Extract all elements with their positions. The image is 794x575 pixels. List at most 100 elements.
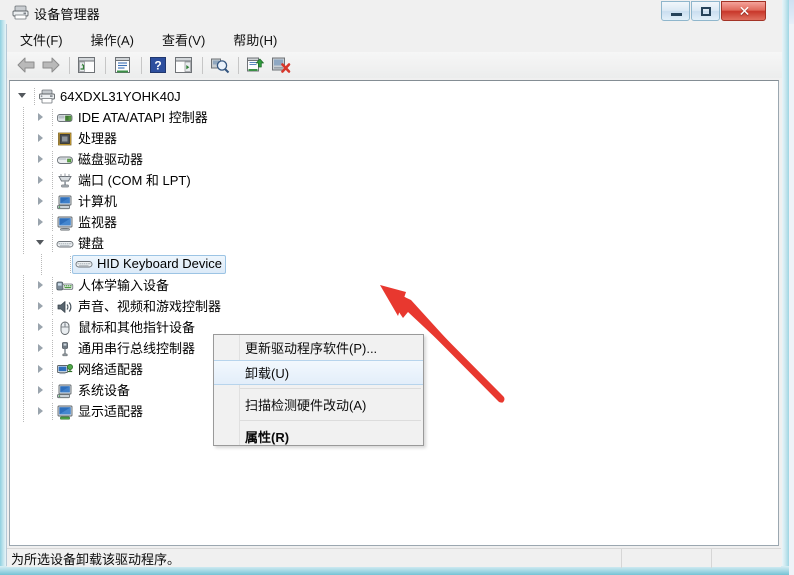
tree-item[interactable]: 端口 (COM 和 LPT) bbox=[10, 170, 778, 191]
tree-item[interactable]: IDE ATA/ATAPI 控制器 bbox=[10, 107, 778, 128]
uninstall-device-button[interactable] bbox=[269, 54, 293, 76]
ctx-update-driver-label: 更新驱动程序软件(P)... bbox=[245, 341, 378, 356]
keyboard-icon bbox=[75, 256, 93, 272]
window-title: 设备管理器 bbox=[34, 7, 101, 22]
properties-button[interactable] bbox=[111, 54, 135, 76]
chevron-right-icon[interactable] bbox=[36, 175, 47, 186]
tree-item-label: 鼠标和其他指针设备 bbox=[78, 319, 196, 335]
chevron-right-icon[interactable] bbox=[36, 364, 47, 375]
tree-item[interactable]: 处理器 bbox=[10, 128, 778, 149]
caption-buttons: ✕ bbox=[661, 1, 766, 21]
menu-view[interactable]: 查看(V) bbox=[160, 29, 207, 50]
window-frame-right bbox=[782, 0, 789, 570]
toolbar-separator bbox=[202, 56, 203, 74]
tree-item-label: 人体学输入设备 bbox=[78, 277, 170, 293]
tree-item-content: 键盘 bbox=[56, 236, 104, 252]
tree-connector bbox=[31, 87, 38, 106]
display-adapter-icon bbox=[56, 404, 74, 420]
chevron-right-icon[interactable] bbox=[36, 322, 47, 333]
computer-icon bbox=[56, 194, 74, 210]
chevron-down-icon[interactable] bbox=[36, 238, 47, 249]
chevron-right-icon[interactable] bbox=[36, 301, 47, 312]
tree-item-label: 显示适配器 bbox=[78, 403, 144, 419]
status-bar-divider bbox=[621, 549, 622, 568]
chevron-right-icon[interactable] bbox=[36, 217, 47, 228]
chevron-right-icon[interactable] bbox=[36, 280, 47, 291]
action-pane-icon bbox=[175, 57, 192, 73]
title-bar[interactable]: 设备管理器 ✕ bbox=[0, 0, 788, 24]
tree-item-label: 磁盘驱动器 bbox=[78, 151, 144, 167]
ctx-scan-hardware[interactable]: 扫描检测硬件改动(A) bbox=[214, 392, 423, 417]
tree-indent bbox=[10, 275, 36, 296]
tree-indent bbox=[10, 191, 36, 212]
tree-connector bbox=[49, 108, 56, 127]
tree-item-content: 监视器 bbox=[56, 215, 117, 231]
uninstall-device-icon bbox=[272, 57, 291, 73]
tree-connector bbox=[49, 171, 56, 190]
close-button[interactable]: ✕ bbox=[721, 1, 766, 21]
hid-input-icon bbox=[56, 278, 74, 294]
status-bar-text: 为所选设备卸载该驱动程序。 bbox=[11, 551, 181, 567]
chevron-right-icon[interactable] bbox=[36, 196, 47, 207]
minimize-button[interactable] bbox=[661, 1, 690, 21]
back-button[interactable] bbox=[14, 54, 38, 76]
tree-connector bbox=[49, 318, 56, 337]
tree-indent bbox=[10, 296, 36, 317]
ctx-uninstall-label: 卸载(U) bbox=[245, 366, 290, 381]
chevron-right-icon[interactable] bbox=[36, 112, 47, 123]
help-question-icon: ? bbox=[150, 57, 166, 73]
toolbar-separator bbox=[69, 56, 70, 74]
tree-item[interactable]: 人体学输入设备 bbox=[10, 275, 778, 296]
ctx-properties[interactable]: 属性(R) bbox=[214, 424, 423, 449]
menu-file[interactable]: 文件(F) bbox=[18, 29, 65, 50]
tree-item-label: 网络适配器 bbox=[78, 361, 144, 377]
tree-item[interactable]: 磁盘驱动器 bbox=[10, 149, 778, 170]
tree-indent bbox=[10, 233, 36, 254]
ctx-update-driver[interactable]: 更新驱动程序软件(P)... bbox=[214, 335, 423, 360]
tree-indent bbox=[10, 107, 36, 128]
ctx-properties-label: 属性(R) bbox=[245, 430, 290, 445]
ctx-uninstall[interactable]: 卸载(U) bbox=[214, 360, 423, 385]
show-hide-action-pane-button[interactable] bbox=[172, 54, 196, 76]
chevron-right-icon[interactable] bbox=[36, 154, 47, 165]
chevron-right-icon[interactable] bbox=[36, 406, 47, 417]
chevron-right-icon[interactable] bbox=[36, 133, 47, 144]
monitor-icon bbox=[56, 215, 74, 231]
device-tree-panel[interactable]: 64XDXL31YOHK40J IDE ATA/ATAPI 控制器 处理器磁盘驱动器… bbox=[9, 80, 779, 546]
tree-indent bbox=[10, 317, 36, 338]
chevron-right-icon[interactable] bbox=[36, 385, 47, 396]
tree-indent bbox=[10, 128, 36, 149]
tree-item[interactable]: 监视器 bbox=[10, 212, 778, 233]
context-menu[interactable]: 更新驱动程序软件(P)... 卸载(U) 扫描检测硬件改动(A) 属性(R) bbox=[213, 334, 424, 446]
screenshot-root: 设备管理器 ✕ 文件(F) 操作(A) 查看(V) 帮助(H) ? 64XDXL… bbox=[0, 0, 794, 575]
tree-item[interactable]: 声音、视频和游戏控制器 bbox=[10, 296, 778, 317]
scan-hardware-changes-button[interactable] bbox=[208, 54, 232, 76]
tree-item-label: 键盘 bbox=[78, 235, 105, 251]
tree-indent bbox=[10, 212, 36, 233]
tree-item-content: 声音、视频和游戏控制器 bbox=[56, 299, 221, 315]
toolbar-separator bbox=[238, 56, 239, 74]
show-hide-console-tree-button[interactable] bbox=[75, 54, 99, 76]
tree-connector bbox=[49, 150, 56, 169]
toolbar-separator bbox=[141, 56, 142, 74]
tree-item[interactable]: 计算机 bbox=[10, 191, 778, 212]
tree-item[interactable]: HID Keyboard Device bbox=[10, 254, 778, 275]
help-button[interactable]: ? bbox=[147, 54, 171, 76]
tree-item-label: 端口 (COM 和 LPT) bbox=[78, 172, 191, 188]
system-device-icon bbox=[56, 383, 74, 399]
chevron-down-icon[interactable] bbox=[18, 91, 29, 102]
tree-item-label: 监视器 bbox=[78, 214, 118, 230]
menu-help[interactable]: 帮助(H) bbox=[231, 29, 279, 50]
tree-connector bbox=[49, 213, 56, 232]
maximize-button[interactable] bbox=[691, 1, 720, 21]
forward-arrow-icon bbox=[42, 57, 60, 73]
tree-item[interactable]: 64XDXL31YOHK40J bbox=[10, 86, 778, 107]
tree-item-content: 端口 (COM 和 LPT) bbox=[56, 173, 191, 189]
tree-item-content: 通用串行总线控制器 bbox=[56, 341, 195, 357]
tree-item[interactable]: 键盘 bbox=[10, 233, 778, 254]
forward-button[interactable] bbox=[39, 54, 63, 76]
update-driver-button[interactable] bbox=[244, 54, 268, 76]
chevron-right-icon[interactable] bbox=[36, 343, 47, 354]
menu-action[interactable]: 操作(A) bbox=[89, 29, 136, 50]
tree-item-content: 系统设备 bbox=[56, 383, 130, 399]
